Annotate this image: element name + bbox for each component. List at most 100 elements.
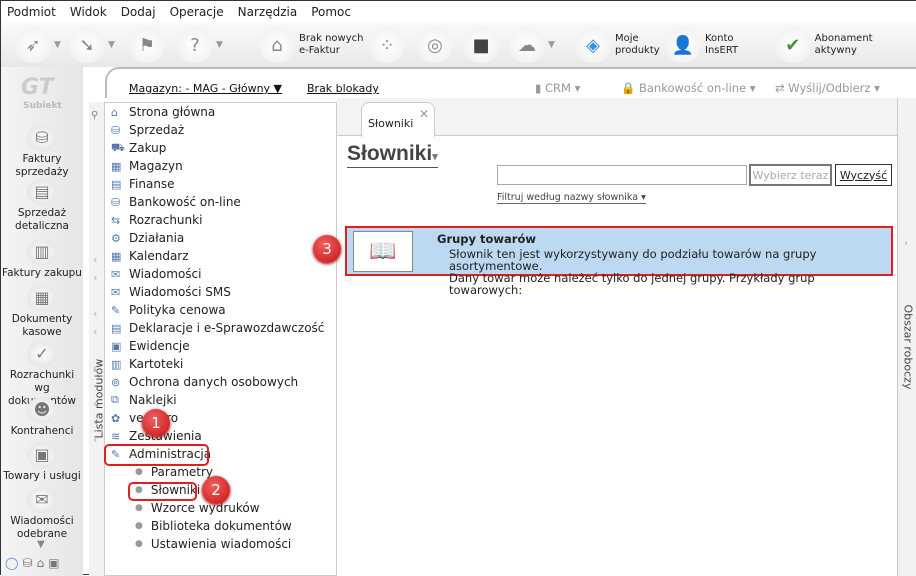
tab-slowniki[interactable]: Słowniki ✕: [361, 102, 435, 137]
bullet-icon: ●: [135, 467, 143, 477]
moje-produkty-button[interactable]: ◈ Moje produkty: [575, 27, 660, 63]
modules-vertical-tab[interactable]: Lista modułów ⚲: [89, 102, 106, 576]
abonament-button[interactable]: ✔ Abonament aktywny: [775, 27, 916, 63]
label: Rozrachunki wg: [9, 369, 75, 394]
module-icon: ▦: [111, 159, 122, 173]
menu-podmiot[interactable]: Podmiot: [7, 5, 56, 19]
scroll-down-icon[interactable]: ▼: [37, 539, 45, 550]
menu-dodaj[interactable]: Dodaj: [121, 5, 156, 19]
sidebar-item-wiadomosci[interactable]: ✉ Wiadomości odebrane: [1, 487, 83, 541]
cursor-button[interactable]: ➶ ▼: [15, 27, 61, 63]
filter-label: Filtruj według nazwy słownika: [497, 192, 639, 203]
magazyn-label: Magazyn: - MAG - Główny: [129, 82, 271, 95]
module-label: Zakup: [129, 141, 167, 155]
forward-button[interactable]: ➘ ▼: [69, 27, 115, 63]
help-button[interactable]: ? ▼: [177, 27, 223, 63]
module-item[interactable]: ⚙ Działania: [111, 229, 184, 247]
register-icon: ▤: [27, 179, 57, 205]
module-icon: ✉: [111, 285, 121, 299]
sidebar-item-faktury-zakupu[interactable]: ▥ Faktury zakupu: [1, 239, 83, 280]
module-item[interactable]: ▥ Kartoteki: [111, 355, 183, 373]
chevron-left-icon[interactable]: ‹: [93, 253, 97, 266]
module-icon: ⛁: [111, 195, 121, 209]
products-icon: ◈: [575, 27, 611, 63]
cash-icon: ▦: [27, 285, 57, 311]
page-title[interactable]: Słowniki▾: [347, 142, 438, 168]
module-item[interactable]: ⊚ Ochrona danych osobowych: [111, 373, 298, 391]
module-item[interactable]: ⛁ Sprzedaż: [111, 121, 184, 139]
wyslij-label: Wyślij/Odbierz: [788, 81, 871, 95]
cloud-button[interactable]: ☁ ▼: [509, 27, 555, 63]
module-item[interactable]: ▤ Finanse: [111, 175, 175, 193]
menu-widok[interactable]: Widok: [70, 5, 107, 19]
dictionary-item-grupy-towarow[interactable]: 📖 Grupy towarów Słownik ten jest wykorzy…: [345, 226, 893, 296]
context-strip: Magazyn: - MAG - Główny ▼ Brak blokady ▮…: [105, 67, 916, 98]
module-label: Polityka cenowa: [129, 303, 226, 317]
flag-button[interactable]: ⚑: [129, 27, 165, 63]
module-icon: ⇆: [111, 213, 121, 227]
module-item[interactable]: ⛟ Zakup: [111, 139, 166, 157]
bankowosc-button[interactable]: 🔒 Bankowość on-line ▾: [621, 81, 756, 95]
chevron-left-icon[interactable]: ‹: [93, 415, 97, 428]
module-item[interactable]: ▣ Ewidencje: [111, 337, 190, 355]
lock-icon[interactable]: ⌂: [37, 556, 45, 570]
module-item[interactable]: ⌂ Strona główna: [111, 103, 215, 121]
module-icon: ⚙: [111, 231, 121, 245]
magazyn-selector[interactable]: Magazyn: - MAG - Główny ▼: [129, 82, 282, 95]
blokady-link[interactable]: Brak blokady: [307, 82, 379, 95]
sidebar-item-faktury-sprzedazy[interactable]: ⛁ Faktury sprzedaży: [1, 125, 83, 179]
module-item[interactable]: ⇆ Rozrachunki: [111, 211, 202, 229]
konto-insert-button[interactable]: 👤 Konto InsERT: [665, 27, 738, 63]
chevron-left-icon[interactable]: ‹: [93, 271, 97, 284]
print-icon[interactable]: ▣: [48, 556, 59, 570]
submodule-item[interactable]: ● Biblioteka dokumentów: [135, 517, 292, 535]
pin-icon[interactable]: ⚲: [91, 110, 98, 121]
module-label: Naklejki: [129, 393, 177, 407]
item-title: Grupy towarów: [437, 232, 537, 246]
help-icon: ?: [177, 27, 213, 63]
menu-pomoc[interactable]: Pomoc: [311, 5, 351, 19]
crm-button[interactable]: ▮ CRM ▾: [535, 81, 580, 95]
clear-button[interactable]: Wyczyść: [835, 164, 892, 186]
circle-icon[interactable]: ◯: [5, 556, 18, 570]
module-item[interactable]: ✉ Wiadomości: [111, 265, 201, 283]
db-icon[interactable]: ⛁: [22, 556, 32, 570]
submodule-item[interactable]: ● Ustawienia wiadomości: [135, 535, 291, 553]
ksef-button[interactable]: ⌂ Brak nowych e-Faktur: [259, 27, 363, 63]
module-item[interactable]: ⛁ Bankowość on-line: [111, 193, 241, 211]
menu-narzedzia[interactable]: Narzędzia: [238, 5, 298, 19]
module-item[interactable]: ▦ Kalendarz: [111, 247, 189, 265]
sync-button[interactable]: ⁘: [369, 27, 405, 63]
chevron-left-icon[interactable]: ‹: [93, 307, 97, 320]
wyslij-button[interactable]: ⇄ Wyślij/Odbierz ▾: [775, 81, 880, 95]
module-item[interactable]: ⧉ Naklejki: [111, 391, 177, 409]
chevron-left-icon[interactable]: ‹: [93, 433, 97, 446]
box-button[interactable]: ■: [463, 27, 499, 63]
product-icon: ▣: [27, 442, 57, 468]
sidebar-item-towary[interactable]: ▣ Towary i usługi: [1, 442, 83, 483]
module-item[interactable]: ✎ Polityka cenowa: [111, 301, 226, 319]
module-item[interactable]: ▦ Magazyn: [111, 157, 183, 175]
submodule-label: Wzorce wydruków: [150, 501, 260, 515]
sidebar-item-dokumenty-kasowe[interactable]: ▦ Dokumenty kasowe: [1, 285, 83, 339]
submodule-item[interactable]: ● Wzorce wydruków: [135, 499, 260, 517]
close-icon[interactable]: ✕: [419, 107, 429, 121]
filter-dropdown[interactable]: Filtruj według nazwy słownika ▾: [497, 192, 646, 204]
chevron-left-icon[interactable]: ‹: [93, 397, 97, 410]
module-item[interactable]: ✉ Wiadomości SMS: [111, 283, 231, 301]
efaktur-line1: Brak nowych: [299, 33, 364, 44]
desc-line1: Słownik ten jest wykorzystywany do podzi…: [449, 247, 817, 273]
sidebar-item-sprzedaz-detaliczna[interactable]: ▤ Sprzedaż detaliczna: [1, 179, 83, 233]
konto-line2: InsERT: [705, 45, 739, 56]
crm-label: CRM: [544, 81, 571, 95]
workspace-vertical-tab[interactable]: › Obszar roboczy: [897, 98, 916, 576]
chevron-right-icon[interactable]: ›: [904, 238, 908, 249]
choose-now-button[interactable]: Wybierz teraz: [749, 164, 832, 186]
sidebar-item-kontrahenci[interactable]: ☻ Kontrahenci: [1, 397, 83, 438]
menu-operacje[interactable]: Operacje: [170, 5, 224, 19]
chevron-left-icon[interactable]: ‹: [93, 325, 97, 338]
module-item[interactable]: ▤ Deklaracje i e-Sprawozdawczość: [111, 319, 324, 337]
chevron-left-icon[interactable]: ‹: [93, 361, 97, 374]
globe-button[interactable]: ◎: [417, 27, 453, 63]
search-input[interactable]: [497, 165, 747, 185]
